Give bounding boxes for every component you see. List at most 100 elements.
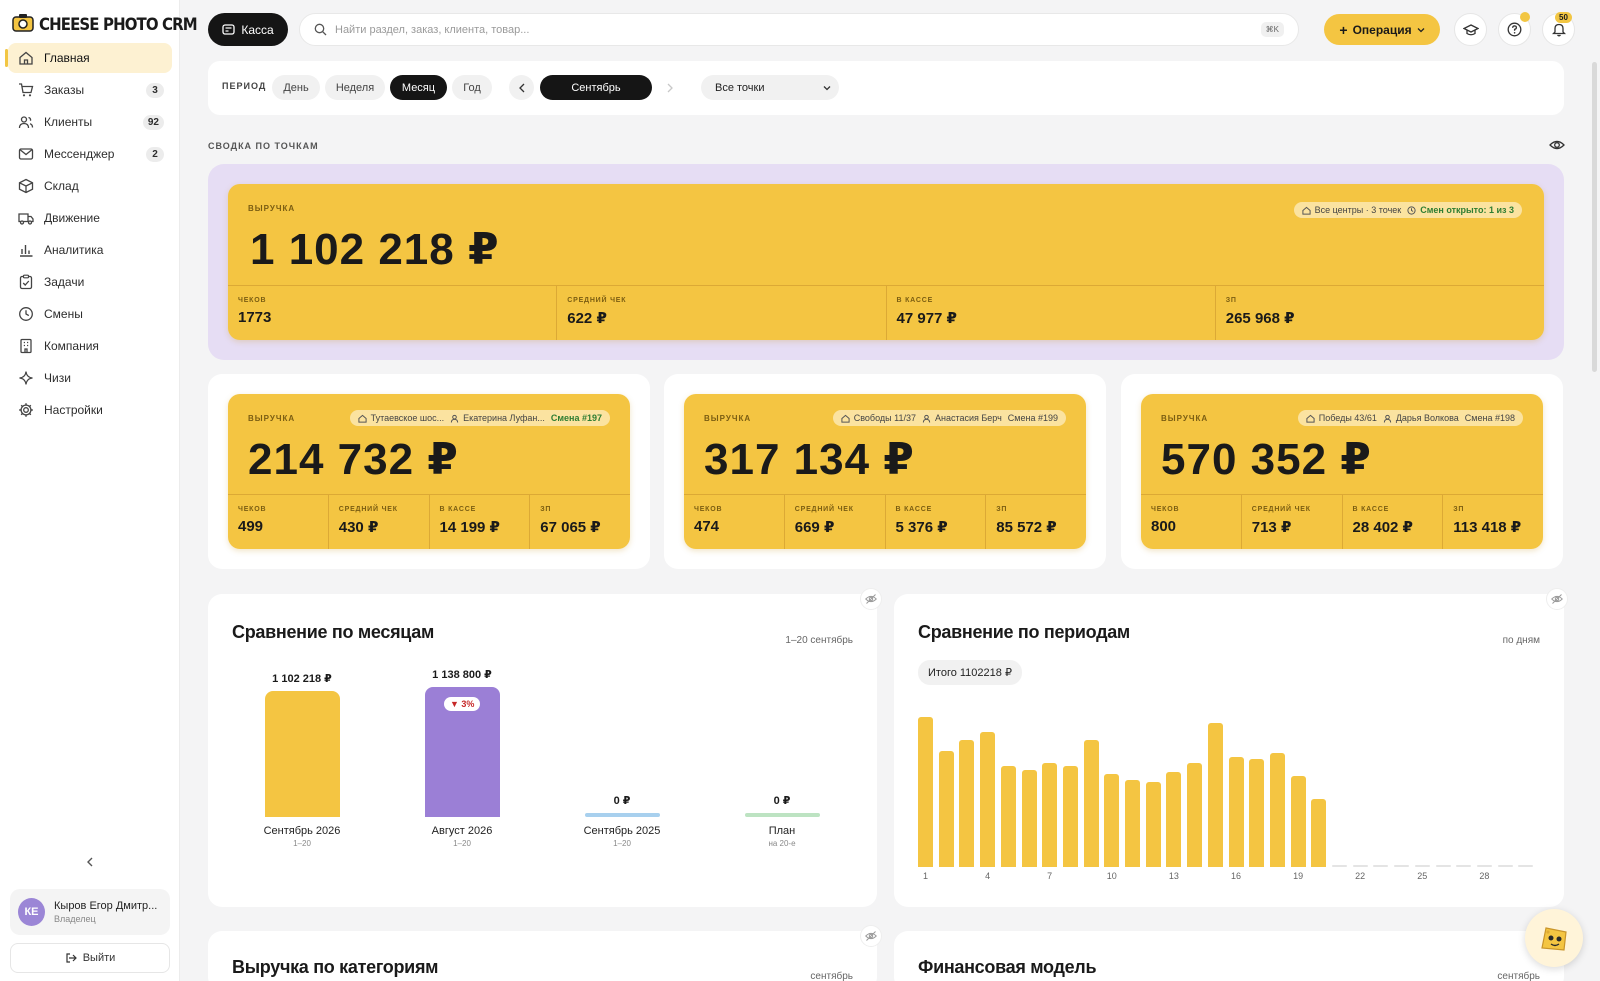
period-month-button[interactable]: Месяц <box>390 75 447 100</box>
home-icon <box>18 50 34 66</box>
point-revenue-card[interactable]: ВЫРУЧКА Тутаевское шос... Екатерина Луфан.… <box>228 394 630 549</box>
sidebar-item-badge: 2 <box>146 146 164 162</box>
bar-category-sub: 1–20 <box>613 839 631 848</box>
x-tick-label: 28 <box>1479 871 1490 881</box>
mail-icon <box>18 146 34 162</box>
hide-period-chart-button[interactable] <box>1546 588 1568 610</box>
bar-chart-icon <box>18 242 34 258</box>
day-bar[interactable] <box>1166 771 1182 867</box>
sidebar-item-11[interactable]: Настройки <box>8 395 172 425</box>
month-bar[interactable] <box>744 813 820 817</box>
stat-value: 430 ₽ <box>338 519 379 536</box>
day-bar[interactable] <box>1207 723 1223 867</box>
categories-revenue-title: Выручка по категориям <box>232 957 439 977</box>
day-bar[interactable] <box>1435 865 1451 867</box>
x-tick-label: 16 <box>1230 871 1241 881</box>
day-bar[interactable] <box>1352 865 1368 867</box>
day-bar[interactable] <box>1476 865 1492 867</box>
day-bar[interactable] <box>938 750 954 867</box>
graduation-cap-icon <box>1462 23 1479 35</box>
financial-model-subtitle: сентябрь <box>1497 971 1540 981</box>
day-bar[interactable] <box>1373 865 1389 867</box>
kassa-button[interactable]: Касса <box>208 13 288 46</box>
day-bar[interactable] <box>1000 765 1016 867</box>
sidebar-item-7[interactable]: Задачи <box>8 267 172 297</box>
prev-month-button[interactable] <box>509 75 534 100</box>
sidebar-item-label: Главная <box>44 51 90 65</box>
day-bar[interactable] <box>1414 865 1430 867</box>
eye-icon <box>1549 140 1565 150</box>
day-bar[interactable] <box>1249 759 1265 867</box>
assistant-mascot-button[interactable] <box>1525 909 1583 967</box>
sidebar-item-3[interactable]: Мессенджер 2 <box>8 139 172 169</box>
point-revenue-value: 214 732 ₽ <box>248 435 459 484</box>
current-month[interactable]: Сентябрь <box>540 75 652 100</box>
point-revenue-card[interactable]: ВЫРУЧКА Свободы 11/37 Анастасия Берч Смена … <box>684 394 1086 549</box>
employee-tag-label: Анастасия Берч <box>934 413 1002 423</box>
sidebar-item-6[interactable]: Аналитика <box>8 235 172 265</box>
stat-label: В КАССЕ <box>439 506 477 513</box>
sidebar-item-1[interactable]: Заказы 3 <box>8 75 172 105</box>
app-logo[interactable]: CHEESE PHOTO CRM <box>12 12 218 37</box>
period-comparison-panel: Сравнение по периодам по дням Итого 1102… <box>894 594 1564 907</box>
day-bar[interactable] <box>1145 782 1161 867</box>
day-bar[interactable] <box>1497 865 1513 867</box>
period-week-button[interactable]: Неделя <box>325 75 385 100</box>
day-bar[interactable] <box>1456 865 1472 867</box>
sidebar-item-10[interactable]: Чизи <box>8 363 172 393</box>
month-bar[interactable] <box>264 691 340 817</box>
academy-button[interactable] <box>1454 13 1487 46</box>
chevron-left-icon <box>87 857 93 867</box>
location-select[interactable]: Все точки <box>701 75 839 100</box>
hide-month-chart-button[interactable] <box>860 588 882 610</box>
day-bar[interactable] <box>959 740 975 867</box>
day-bar[interactable] <box>1104 774 1120 867</box>
user-card[interactable]: КЕ Кыров Егор Дмитр... Владелец <box>10 889 170 935</box>
day-bar[interactable] <box>1083 740 1099 867</box>
day-bar[interactable] <box>980 731 996 867</box>
sidebar-item-badge: 92 <box>142 114 164 130</box>
stat-label: ЗП <box>996 506 1008 513</box>
period-day-button[interactable]: День <box>272 75 320 100</box>
sidebar-item-label: Задачи <box>44 275 85 289</box>
hide-categories-button[interactable] <box>860 925 882 947</box>
day-bar[interactable] <box>1269 752 1285 867</box>
day-bar[interactable] <box>1187 763 1203 867</box>
search-input[interactable] <box>335 23 1253 36</box>
collapse-sidebar-button[interactable] <box>80 852 100 872</box>
clock-icon <box>1407 205 1416 215</box>
day-bar[interactable] <box>918 717 933 867</box>
search-icon <box>314 23 327 36</box>
users-icon <box>18 114 34 130</box>
sidebar-item-5[interactable]: Движение <box>8 203 172 233</box>
day-bar[interactable] <box>1290 776 1306 867</box>
point-revenue-card[interactable]: ВЫРУЧКА Победы 43/61 Дарья Волкова Смена #1… <box>1141 394 1543 549</box>
day-bar[interactable] <box>1062 765 1078 867</box>
day-bar[interactable] <box>1394 865 1410 867</box>
summary-tags: Все центры · 3 точек Смен открыто: 1 из … <box>1293 202 1522 218</box>
day-bar[interactable] <box>1332 865 1347 867</box>
sidebar-item-4[interactable]: Склад <box>8 171 172 201</box>
day-bar[interactable] <box>1518 865 1534 867</box>
sidebar-item-2[interactable]: Клиенты 92 <box>8 107 172 137</box>
month-bar[interactable] <box>584 813 660 817</box>
sidebar-item-9[interactable]: Компания <box>8 331 172 361</box>
day-bar[interactable] <box>1042 763 1058 867</box>
page-scrollbar[interactable] <box>1592 62 1597 372</box>
next-month-button[interactable] <box>657 75 682 100</box>
point-card-wrapper: ВЫРУЧКА Победы 43/61 Дарья Волкова Смена #1… <box>1121 374 1563 569</box>
logout-button[interactable]: Выйти <box>10 943 170 973</box>
logout-label: Выйти <box>82 952 116 964</box>
sidebar-item-8[interactable]: Смены <box>8 299 172 329</box>
day-bar[interactable] <box>1228 757 1244 867</box>
period-year-button[interactable]: Год <box>452 75 492 100</box>
summary-section: ВЫРУЧКА 1 102 218 ₽ Все центры · 3 точек… <box>208 164 1564 360</box>
toggle-visibility-button[interactable] <box>1549 137 1567 155</box>
operation-button[interactable]: + Операция <box>1324 14 1440 45</box>
day-bar[interactable] <box>1311 799 1327 867</box>
bar-category-sub: 1–20 <box>453 839 471 848</box>
day-bar[interactable] <box>1125 780 1140 867</box>
stat-value: 499 <box>238 518 264 535</box>
day-bar[interactable] <box>1021 769 1037 867</box>
sidebar-item-0[interactable]: Главная <box>5 43 172 73</box>
